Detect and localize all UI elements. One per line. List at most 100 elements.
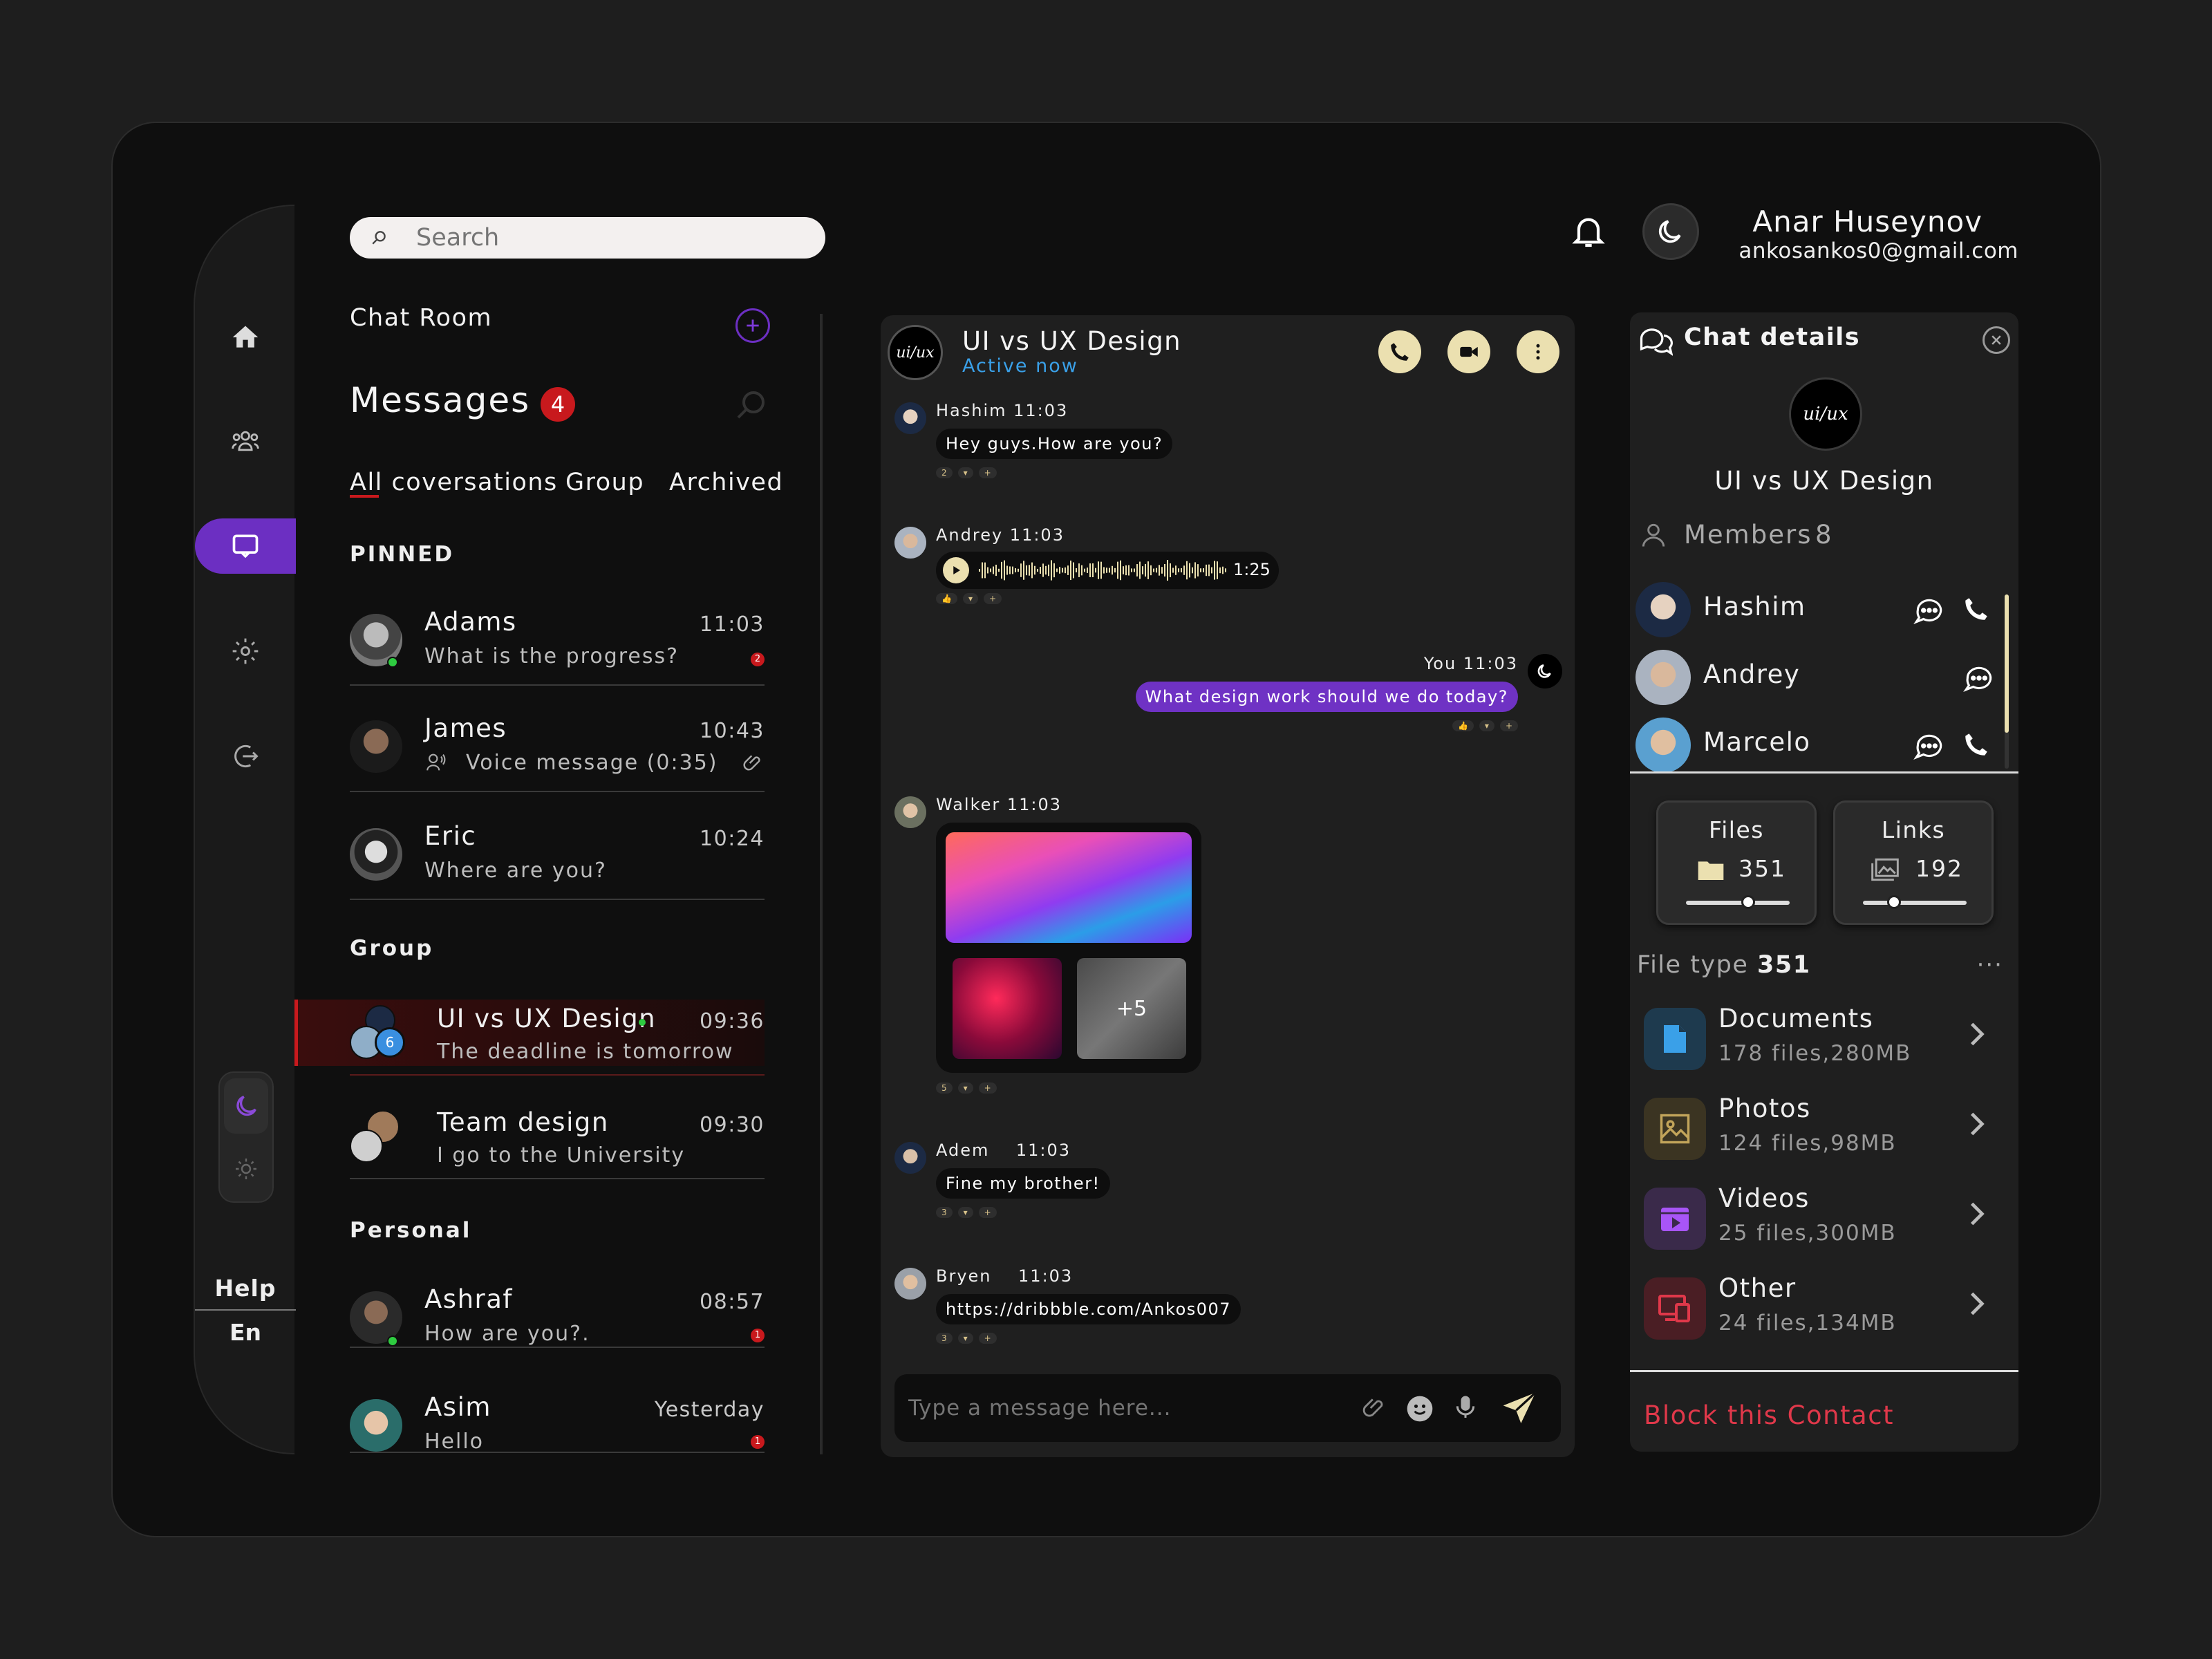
message-reactions[interactable]: 5 ▾ + (936, 1082, 997, 1095)
list-item[interactable]: Asim Hello Yesterday 1 (350, 1367, 765, 1454)
call-member-button[interactable] (1962, 594, 1991, 626)
voice-call-button[interactable] (1378, 330, 1421, 373)
waveform-bar (1098, 561, 1099, 579)
dark-mode-option[interactable] (224, 1078, 268, 1134)
chevron-right-icon[interactable] (1967, 1288, 1987, 1322)
send-button[interactable] (1500, 1389, 1539, 1431)
gradient-image[interactable] (946, 832, 1192, 943)
dislike-reaction[interactable]: ▾ (1479, 720, 1494, 731)
theme-toggle[interactable] (218, 1071, 274, 1203)
list-search-button[interactable] (734, 388, 767, 424)
like-count[interactable]: 2 (936, 467, 953, 478)
add-reaction[interactable]: + (983, 593, 1002, 604)
like-count[interactable]: 3 (936, 1207, 953, 1218)
waveform-bar (1156, 568, 1157, 573)
list-item[interactable]: Ashraf How are you?. 08:57 1 (350, 1259, 765, 1348)
message-reactions[interactable]: 3 ▾ + (936, 1333, 997, 1345)
video-call-button[interactable] (1447, 330, 1490, 373)
block-contact-button[interactable]: Block this Contact (1644, 1400, 1894, 1430)
nav-settings[interactable] (195, 624, 296, 679)
language-switch[interactable]: En (195, 1319, 296, 1346)
message-input[interactable] (908, 1391, 1337, 1425)
tab-group[interactable]: Group (565, 469, 644, 496)
nav-logout[interactable] (195, 729, 296, 784)
composer[interactable] (894, 1374, 1561, 1442)
list-item[interactable]: Adams What is the progress? 11:03 2 (350, 597, 765, 686)
message-reactions[interactable]: 2 ▾ + (936, 467, 997, 480)
abstract-image[interactable] (953, 958, 1062, 1059)
user-profile[interactable]: Anar Huseynov ankosankos0@gmail.com (1714, 205, 2018, 263)
slider-knob[interactable] (1741, 895, 1755, 909)
files-slider[interactable] (1686, 895, 1790, 909)
add-reaction[interactable]: + (978, 467, 997, 478)
message-member-button[interactable] (1912, 729, 1947, 766)
message-reactions[interactable]: 3 ▾ + (936, 1207, 997, 1219)
list-item[interactable]: James Voice message (0:35) 10:43 (350, 704, 765, 792)
more-options-button[interactable] (1517, 330, 1559, 373)
list-item[interactable]: 6 UI vs UX Design The deadline is tomorr… (350, 987, 765, 1076)
message-bubble[interactable]: Fine my brother! (936, 1168, 1110, 1199)
voice-record-button[interactable] (1452, 1394, 1479, 1424)
member-row[interactable]: Hashim (1635, 577, 2014, 643)
waveform-bar (1225, 568, 1226, 572)
add-reaction[interactable]: + (978, 1333, 997, 1344)
more-images[interactable]: +5 (1077, 958, 1186, 1059)
search-bar[interactable] (350, 217, 825, 259)
dislike-reaction[interactable]: ▾ (962, 593, 978, 604)
member-row[interactable]: Andrey (1635, 644, 2014, 711)
more-options-icon[interactable]: ··· (1977, 951, 2003, 979)
add-reaction[interactable]: + (1499, 720, 1518, 731)
tab-all[interactable]: All coversations (350, 469, 558, 496)
nav-messages[interactable] (195, 518, 296, 574)
message-bubble[interactable]: What design work should we do today? (1135, 682, 1518, 712)
notifications-button[interactable] (1569, 212, 1608, 253)
help-link[interactable]: Help (195, 1275, 296, 1302)
image-gallery[interactable]: +5 (936, 823, 1201, 1073)
member-row[interactable]: Marcelo (1635, 712, 2014, 778)
nav-home[interactable] (195, 310, 296, 365)
list-item[interactable]: Eric Where are you? 10:24 (350, 812, 765, 900)
link-message[interactable]: https://dribbble.com/Ankos007 (936, 1294, 1241, 1324)
members-scrollbar[interactable] (2005, 594, 2009, 769)
file-type-other[interactable]: Other 24 files,134MB (1644, 1268, 2003, 1344)
chevron-right-icon[interactable] (1967, 1019, 1987, 1052)
message-bubble[interactable]: Hey guys.How are you? (936, 429, 1173, 459)
message-reactions[interactable]: 👍 ▾ + (936, 593, 1002, 606)
file-type-photos[interactable]: Photos 124 files,98MB (1644, 1088, 2003, 1164)
slider-knob[interactable] (1887, 895, 1901, 909)
dislike-reaction[interactable]: ▾ (957, 1207, 973, 1218)
attach-button[interactable] (1362, 1395, 1388, 1424)
like-count[interactable]: 5 (936, 1082, 953, 1094)
links-card[interactable]: Links 192 (1833, 800, 1994, 925)
call-member-button[interactable] (1962, 730, 1991, 762)
files-card[interactable]: Files 351 (1656, 800, 1817, 925)
like-reaction[interactable]: 👍 (1452, 720, 1474, 731)
like-reaction[interactable]: 👍 (936, 593, 957, 604)
chevron-right-icon[interactable] (1967, 1109, 1987, 1142)
dislike-reaction[interactable]: ▾ (957, 467, 973, 478)
play-button[interactable] (943, 557, 969, 583)
tab-archived[interactable]: Archived (669, 469, 783, 496)
dislike-reaction[interactable]: ▾ (957, 1082, 973, 1094)
search-input[interactable] (416, 224, 762, 252)
file-type-videos[interactable]: Videos 25 files,300MB (1644, 1178, 2003, 1254)
list-item[interactable]: Team design I go to the University 09:30 (350, 1091, 765, 1179)
new-chat-button[interactable] (735, 308, 770, 343)
nav-contacts[interactable] (195, 413, 296, 469)
like-count[interactable]: 3 (936, 1333, 953, 1344)
dark-mode-button[interactable] (1642, 203, 1699, 260)
message-member-button[interactable] (1962, 661, 1996, 698)
add-reaction[interactable]: + (978, 1082, 997, 1094)
file-type-documents[interactable]: Documents 178 files,280MB (1644, 998, 2003, 1074)
light-mode-option[interactable] (224, 1145, 268, 1193)
waveform-bar (1029, 565, 1030, 576)
dislike-reaction[interactable]: ▾ (957, 1333, 973, 1344)
voice-message[interactable]: 1:25 (936, 552, 1279, 589)
links-slider[interactable] (1863, 895, 1967, 909)
emoji-button[interactable] (1405, 1394, 1435, 1427)
add-reaction[interactable]: + (978, 1207, 997, 1218)
chevron-right-icon[interactable] (1967, 1199, 1987, 1232)
close-button[interactable] (1983, 326, 2010, 354)
message-member-button[interactable] (1912, 593, 1947, 630)
message-reactions[interactable]: 👍 ▾ + (1452, 720, 1518, 733)
